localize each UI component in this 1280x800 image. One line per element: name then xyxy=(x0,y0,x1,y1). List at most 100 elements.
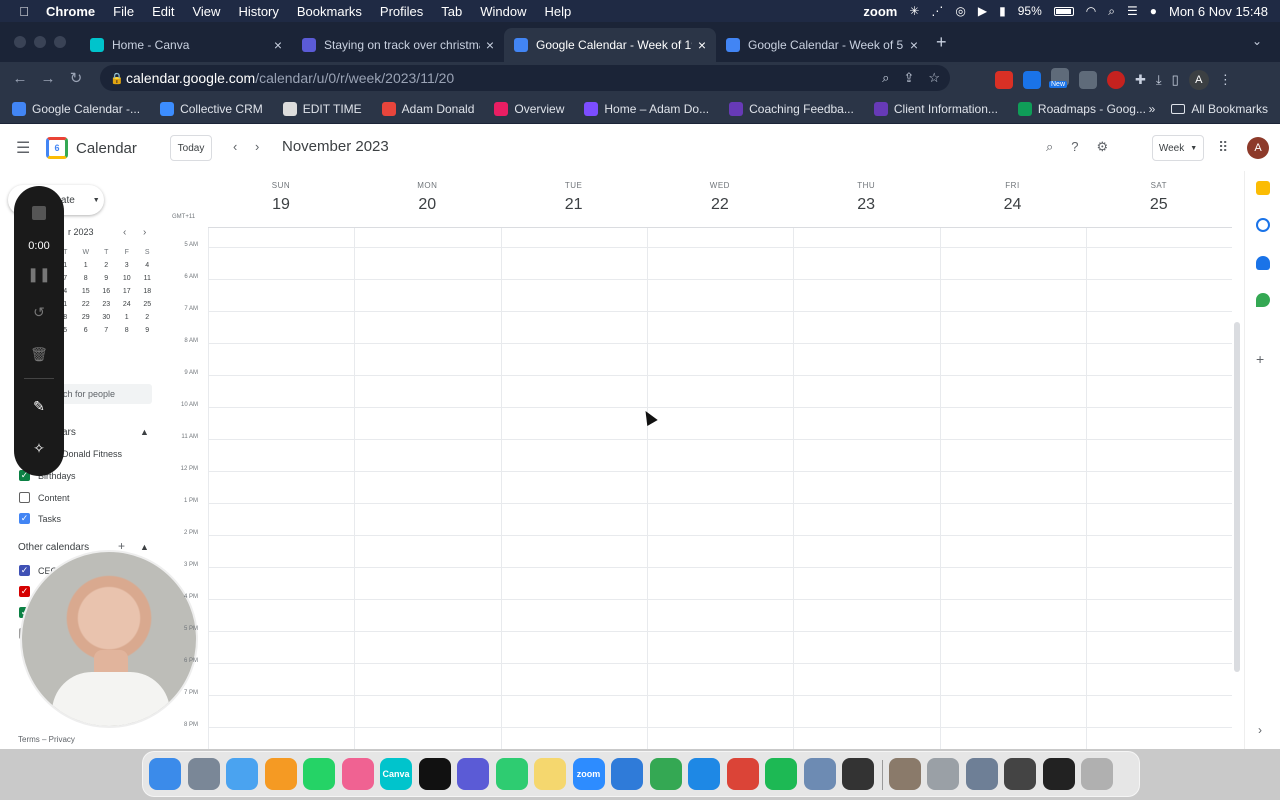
forward-arrow-icon[interactable]: → xyxy=(34,70,62,87)
account-avatar[interactable]: A xyxy=(1247,137,1269,159)
close-tab-icon[interactable]: × xyxy=(910,37,918,53)
dock-app-trash-icon[interactable] xyxy=(1081,758,1113,790)
contacts-icon[interactable] xyxy=(1256,256,1270,270)
day-number[interactable]: 23 xyxy=(793,196,939,214)
mini-day[interactable]: 1 xyxy=(76,262,97,269)
browser-tab[interactable]: Google Calendar - Week of 5 × xyxy=(716,28,928,62)
close-tab-icon[interactable]: × xyxy=(486,37,494,53)
day-header[interactable]: TUE 21 xyxy=(501,171,647,227)
dock-app-finder-icon[interactable] xyxy=(149,758,181,790)
new-tab-button[interactable]: + xyxy=(936,32,947,53)
site-info-icon[interactable]: 🔒 xyxy=(110,72,126,85)
dock-app-spotify-icon[interactable] xyxy=(765,758,797,790)
day-number[interactable]: 21 xyxy=(501,196,647,214)
extension-shield-icon[interactable] xyxy=(1107,70,1125,89)
download-icon[interactable]: ⤓ xyxy=(1156,72,1162,88)
bookmark-item[interactable]: Roadmaps - Goog... xyxy=(1017,101,1146,116)
day-header[interactable]: THU 23 xyxy=(793,171,939,227)
menu-item-profiles[interactable]: Profiles xyxy=(380,4,423,19)
menu-item-file[interactable]: File xyxy=(113,4,134,19)
help-icon[interactable]: ? xyxy=(1071,139,1078,155)
dock-app-recent-5-icon[interactable] xyxy=(1042,758,1075,790)
profile-avatar[interactable]: A xyxy=(1188,69,1209,90)
view-select[interactable]: Week ▼ xyxy=(1152,135,1204,161)
calendar-list-item[interactable]: Content xyxy=(19,492,70,503)
extension-blue-icon[interactable] xyxy=(1023,70,1041,89)
mini-day[interactable]: 10 xyxy=(117,275,138,282)
browser-tab[interactable]: Home - Canva × xyxy=(80,28,292,62)
siri-icon[interactable]: ● xyxy=(1150,4,1157,18)
close-window-button[interactable] xyxy=(14,36,26,48)
dock-app-photos-icon[interactable] xyxy=(341,758,374,790)
spotlight-icon[interactable]: ⌕ xyxy=(1108,4,1115,19)
search-icon[interactable]: ⌕ xyxy=(1046,139,1053,155)
day-header[interactable]: SUN 19 xyxy=(208,171,354,227)
menu-item-help[interactable]: Help xyxy=(545,4,572,19)
day-number[interactable]: 19 xyxy=(208,196,354,214)
bookmark-star-icon[interactable]: ☆ xyxy=(928,70,940,86)
calendar-checkbox[interactable] xyxy=(19,492,30,503)
day-number[interactable]: 20 xyxy=(354,196,500,214)
today-button[interactable]: Today xyxy=(170,135,212,161)
close-tab-icon[interactable]: × xyxy=(698,37,706,53)
mini-day[interactable]: 3 xyxy=(117,262,138,269)
clock[interactable]: Mon 6 Nov 15:48 xyxy=(1169,4,1268,19)
extension-grey-icon[interactable] xyxy=(1079,70,1097,89)
calendar-checkbox[interactable]: ✓ xyxy=(19,565,30,576)
extension-red-icon[interactable] xyxy=(995,70,1013,89)
effects-wand-icon[interactable]: ✧ xyxy=(14,440,64,457)
stop-recording-icon[interactable] xyxy=(32,206,46,220)
wifi-icon[interactable]: ◠ xyxy=(1086,4,1096,18)
mini-day[interactable]: 15 xyxy=(76,288,97,295)
phone-icon[interactable]: ▮ xyxy=(999,4,1006,18)
dock-app-recent-3-icon[interactable] xyxy=(965,758,998,790)
mini-day[interactable]: 2 xyxy=(137,314,158,321)
brightness-icon[interactable]: ✳ xyxy=(909,4,919,18)
maps-icon[interactable] xyxy=(1256,293,1270,307)
chrome-menu-icon[interactable]: ⋮ xyxy=(1219,72,1232,88)
close-tab-icon[interactable]: × xyxy=(274,37,282,53)
my-calendars-collapse-icon[interactable]: ▲ xyxy=(140,427,149,437)
bookmark-item[interactable]: EDIT TIME xyxy=(282,101,362,116)
more-bookmarks-button[interactable]: » xyxy=(1149,102,1156,116)
grid-scrollbar[interactable] xyxy=(1234,322,1240,672)
dock-app-canva-icon[interactable]: Canva xyxy=(380,758,412,790)
day-header[interactable]: WED 22 xyxy=(647,171,793,227)
tasks-icon[interactable] xyxy=(1256,218,1270,232)
day-header[interactable]: SAT 25 xyxy=(1086,171,1232,227)
zoom-status-label[interactable]: zoom xyxy=(863,4,897,19)
day-number[interactable]: 24 xyxy=(940,196,1086,214)
my-calendars-heading[interactable]: ars xyxy=(62,427,76,438)
dock-app-facetime-icon[interactable] xyxy=(495,758,528,790)
mini-day[interactable]: 9 xyxy=(96,275,117,282)
pause-icon[interactable]: ❚❚ xyxy=(14,266,64,283)
day-number[interactable]: 25 xyxy=(1086,196,1232,214)
mini-day[interactable]: 1 xyxy=(117,314,138,321)
menu-item-bookmarks[interactable]: Bookmarks xyxy=(297,4,362,19)
dock-app-recent-2-icon[interactable] xyxy=(927,758,959,790)
menu-item-history[interactable]: History xyxy=(238,4,278,19)
mini-day[interactable]: 8 xyxy=(76,275,97,282)
back-arrow-icon[interactable]: ← xyxy=(6,70,34,87)
keep-icon[interactable] xyxy=(1256,181,1270,195)
restart-icon[interactable]: ↺ xyxy=(14,304,64,321)
maximize-window-button[interactable] xyxy=(54,36,66,48)
dock-app-preview-icon[interactable] xyxy=(803,758,836,790)
calendar-app-name[interactable]: Calendar xyxy=(76,140,137,157)
settings-gear-icon[interactable]: ⚙ xyxy=(1097,139,1109,155)
mini-next-chevron-icon[interactable]: › xyxy=(143,227,146,238)
webcam-bubble[interactable] xyxy=(20,550,198,728)
main-menu-icon[interactable]: ☰ xyxy=(16,138,32,158)
bookmark-item[interactable]: Collective CRM xyxy=(160,101,263,116)
dock-app-calculator-icon[interactable] xyxy=(842,758,874,790)
mini-day[interactable]: 17 xyxy=(117,288,138,295)
menu-item-chrome[interactable]: Chrome xyxy=(46,4,95,19)
menu-item-edit[interactable]: Edit xyxy=(152,4,174,19)
hide-side-panel-chevron-icon[interactable]: › xyxy=(1258,723,1262,737)
mini-day[interactable]: 30 xyxy=(96,314,117,321)
dock-app-notes-icon[interactable] xyxy=(534,758,566,790)
browser-tab[interactable]: Staying on track over christmas × xyxy=(292,28,504,62)
reload-icon[interactable]: ↻ xyxy=(62,69,90,87)
side-panel-icon[interactable]: ▯ xyxy=(1172,72,1179,88)
mini-day[interactable]: 9 xyxy=(137,327,158,334)
